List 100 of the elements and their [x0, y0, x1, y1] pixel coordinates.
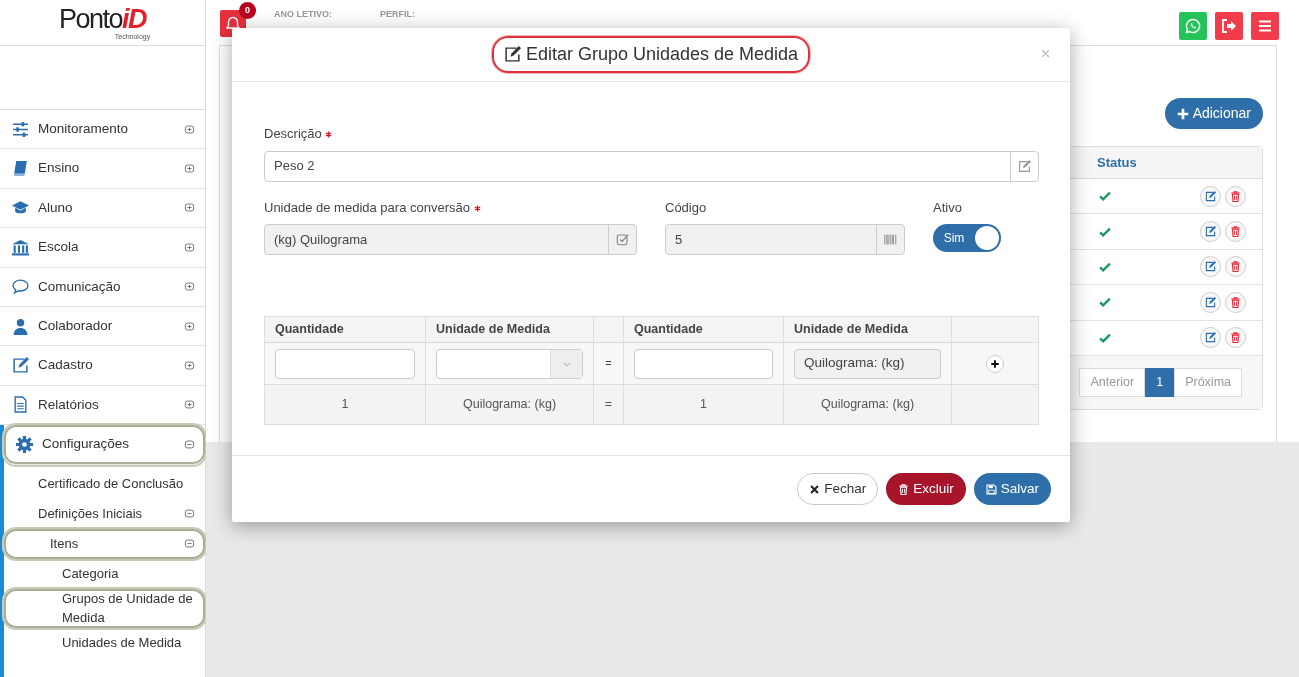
bank-icon [12, 238, 29, 256]
code-field[interactable]: 5 [665, 224, 905, 255]
table-cell: 1 [700, 397, 707, 412]
logout-button[interactable] [1215, 12, 1243, 40]
table-cell: 1 [341, 397, 349, 412]
expand-icon[interactable] [184, 399, 195, 411]
description-field[interactable]: Peso 2 [264, 150, 1039, 182]
edit-icon [12, 357, 29, 375]
expand-icon[interactable] [184, 360, 195, 372]
trash-icon [1230, 332, 1241, 344]
edit-icon [1205, 226, 1216, 238]
close-button[interactable]: Fechar [797, 472, 879, 506]
field-label: Código [665, 199, 707, 215]
notification-count: 0 [239, 2, 256, 19]
edit-icon [1205, 261, 1216, 273]
unit-field: Quilograma: (kg) [794, 348, 941, 379]
sidebar-item[interactable]: Relatórios [0, 385, 205, 426]
required-icon [473, 204, 481, 212]
collapse-icon[interactable] [184, 538, 195, 549]
logo: PontoiD [58, 5, 147, 33]
edit-icon [1205, 332, 1216, 344]
equals-sign: = [605, 357, 612, 370]
sidebar-item[interactable]: Aluno [0, 188, 205, 229]
sidebar-item[interactable]: Colaborador [0, 306, 205, 347]
book-icon [12, 160, 29, 178]
edit-button[interactable] [1200, 221, 1221, 243]
toggle-switch[interactable]: Sim [933, 224, 1001, 252]
barcode-icon [884, 233, 897, 246]
column-header: Quantidade [634, 322, 703, 337]
edit-icon [1205, 190, 1216, 202]
sidebar-item[interactable]: Certificado de Conclusão [4, 468, 205, 499]
collapse-icon[interactable] [184, 438, 195, 450]
delete-button[interactable] [1225, 256, 1246, 278]
trash-icon [1230, 226, 1241, 238]
required-icon [325, 131, 333, 139]
sidebar-item[interactable]: Grupos de Unidade de Medida [4, 588, 205, 628]
header-label: PERFIL: [380, 8, 415, 21]
unit-field[interactable]: (kg) Quilograma [264, 224, 637, 255]
sidebar-item[interactable]: Escola [0, 228, 205, 268]
trash-icon [898, 483, 910, 495]
edit-button[interactable] [1200, 291, 1221, 313]
sidebar-item[interactable]: Comunicação [0, 267, 205, 307]
column-header: Quantidade [275, 322, 344, 337]
sidebar-item[interactable]: Categoria [4, 558, 205, 589]
expand-icon[interactable] [184, 202, 195, 214]
edit-button[interactable] [1200, 256, 1221, 278]
edit-icon [1205, 296, 1216, 308]
speech-bubble-icon [12, 278, 29, 296]
sidebar-item[interactable]: Ensino [0, 149, 205, 189]
column-header: Unidade de Medida [794, 322, 908, 337]
gear-icon [16, 435, 33, 453]
delete-button[interactable] [1225, 327, 1246, 349]
trash-icon [1230, 261, 1241, 273]
edit-button[interactable] [1200, 327, 1221, 349]
expand-icon[interactable] [184, 241, 195, 253]
person-icon [12, 317, 29, 335]
sidebar-item[interactable]: Configurações [4, 425, 205, 465]
expand-icon[interactable] [184, 123, 195, 135]
trash-icon [1230, 190, 1241, 202]
edit-button[interactable] [1200, 185, 1221, 207]
expand-icon[interactable] [184, 320, 195, 332]
sidebar-item[interactable]: Cadastro [0, 346, 205, 386]
sidebar-item[interactable]: Unidades de Medida [4, 627, 205, 658]
pagination-button[interactable]: 1 [1145, 367, 1175, 397]
expand-icon[interactable] [184, 163, 195, 175]
field-label: Unidade de medida para conversão [264, 199, 470, 215]
delete-button[interactable] [1225, 291, 1246, 313]
checkbox-icon [616, 233, 629, 246]
close-icon [809, 483, 821, 495]
sliders-icon [12, 120, 29, 138]
plus-icon [990, 358, 1000, 369]
sidebar-item[interactable]: Definições Iniciais [4, 498, 205, 529]
delete-button[interactable] [1225, 221, 1246, 243]
table-cell: Quilograma: (kg) [820, 397, 915, 412]
add-button[interactable]: Adicionar [1164, 98, 1263, 129]
chat-icon [1185, 18, 1201, 34]
sidebar-item[interactable]: Itens [4, 528, 205, 559]
table-cell: = [604, 397, 613, 412]
header-label: ANO LETIVO: [274, 8, 332, 21]
field-label: Descrição [264, 126, 322, 141]
column-header: Unidade de Medida [436, 322, 550, 337]
expand-icon[interactable] [184, 281, 195, 293]
whatsapp-button[interactable] [1179, 12, 1207, 40]
quantity-field[interactable] [634, 348, 773, 379]
logout-icon [1221, 18, 1237, 34]
delete-button[interactable]: Excluir [886, 472, 966, 506]
edit-icon [503, 46, 521, 63]
save-button[interactable]: Salvar [973, 472, 1051, 506]
collapse-icon[interactable] [184, 508, 195, 519]
edit-icon [1018, 159, 1031, 173]
field-label: Ativo [933, 199, 962, 215]
add-row-button[interactable] [986, 354, 1004, 373]
sidebar-item[interactable]: Monitoramento [0, 110, 205, 150]
plus-icon [1176, 107, 1189, 120]
menu-icon [1257, 18, 1273, 34]
delete-button[interactable] [1225, 185, 1246, 207]
column-header: Status [1097, 153, 1137, 172]
document-icon [12, 396, 29, 414]
menu-button[interactable] [1251, 12, 1279, 40]
quantity-field[interactable] [275, 348, 415, 379]
